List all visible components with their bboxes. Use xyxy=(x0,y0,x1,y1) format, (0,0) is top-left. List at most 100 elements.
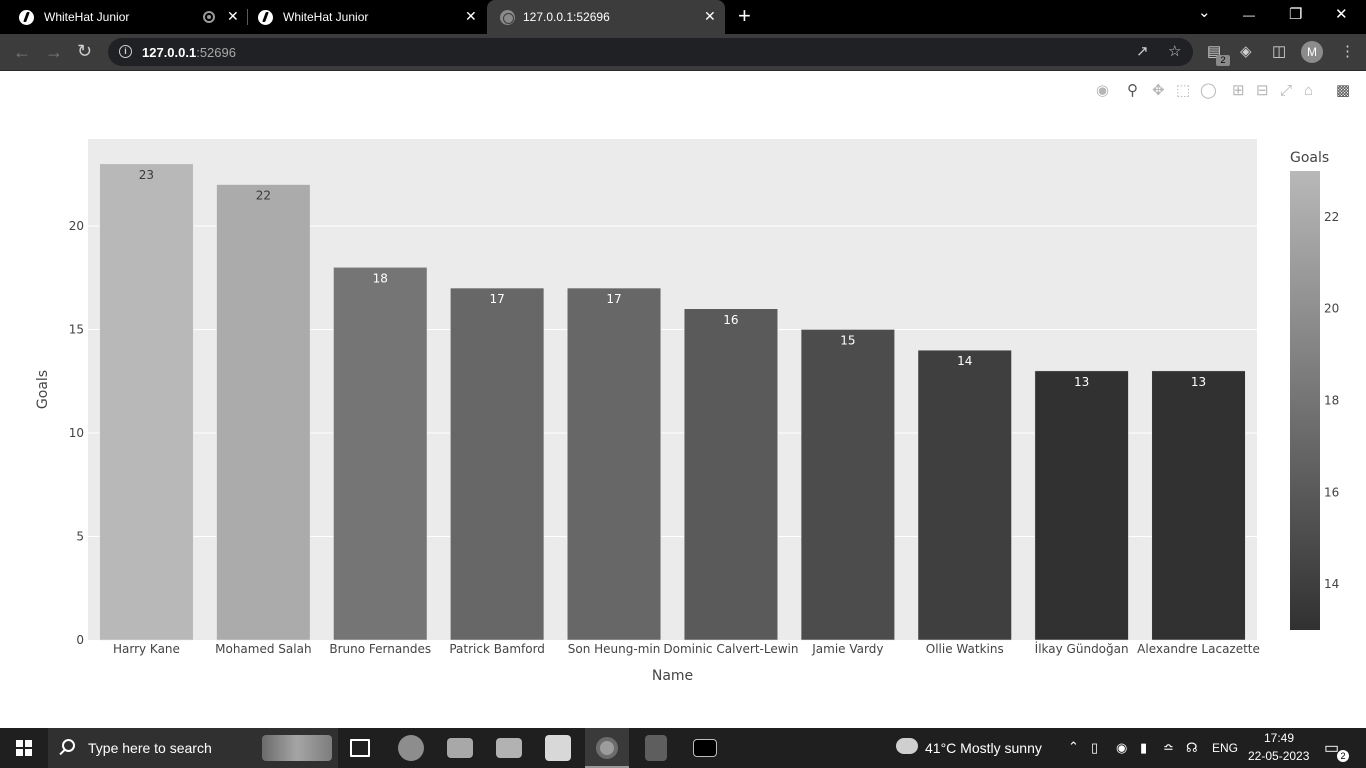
bar-value-label: 13 xyxy=(1191,375,1206,389)
reload-button[interactable]: ↻ xyxy=(77,41,92,61)
bar xyxy=(800,329,895,641)
address-bar[interactable]: i 127.0.0.1:52696 xyxy=(108,38,1193,66)
bar xyxy=(99,163,194,641)
x-tick-label: İlkay Gündoğan xyxy=(1035,641,1129,656)
edge-browser-icon[interactable] xyxy=(398,735,424,761)
browser-menu-icon[interactable]: ⋮ xyxy=(1340,44,1355,60)
bar xyxy=(567,287,662,641)
bar-value-label: 17 xyxy=(490,292,505,306)
close-tab-icon[interactable]: ✕ xyxy=(465,8,477,25)
whitehat-favicon-icon xyxy=(258,10,273,25)
x-tick-label: Patrick Bamford xyxy=(449,642,545,656)
chrome-logo-icon xyxy=(596,737,618,759)
tab-title: 127.0.0.1:52696 xyxy=(523,10,610,24)
profile-avatar[interactable]: M xyxy=(1301,41,1323,63)
sublime-text-icon[interactable] xyxy=(645,735,667,761)
close-tab-icon[interactable]: ✕ xyxy=(704,8,716,25)
file-explorer-icon[interactable] xyxy=(496,738,522,758)
weather-cloud-icon xyxy=(896,738,918,754)
forward-button[interactable]: → xyxy=(45,42,63,62)
bar-value-label: 14 xyxy=(957,354,972,368)
bar-value-label: 17 xyxy=(606,292,621,306)
minimize-button[interactable]: — xyxy=(1243,5,1255,25)
y-tick-label: 10 xyxy=(69,426,84,440)
y-tick-label: 5 xyxy=(76,529,84,543)
whitehat-favicon-icon xyxy=(19,10,34,25)
extensions-puzzle-icon[interactable]: ◈ xyxy=(1240,44,1252,60)
bar xyxy=(683,308,778,641)
bookmark-star-icon[interactable]: ☆ xyxy=(1168,44,1181,60)
x-tick-label: Alexandre Lacazette xyxy=(1137,642,1260,656)
close-window-button[interactable]: ✕ xyxy=(1335,5,1348,25)
colorbar-tick-label: 14 xyxy=(1324,577,1339,591)
recording-icon xyxy=(203,11,215,23)
bar-value-label: 23 xyxy=(139,168,154,182)
bar xyxy=(333,267,428,641)
x-axis-title: Name xyxy=(652,668,693,684)
x-tick-label: Dominic Calvert-Lewin xyxy=(663,642,798,656)
x-tick-label: Harry Kane xyxy=(113,642,180,656)
y-tick-label: 0 xyxy=(76,633,84,647)
colorbar-tick-label: 22 xyxy=(1324,210,1339,224)
search-placeholder: Type here to search xyxy=(88,740,212,756)
url-text: 127.0.0.1:52696 xyxy=(142,45,236,60)
globe-favicon-icon xyxy=(500,10,515,25)
x-tick-label: Bruno Fernandes xyxy=(329,642,431,656)
task-view-icon[interactable] xyxy=(350,739,370,757)
close-tab-icon[interactable]: ✕ xyxy=(227,8,239,25)
y-axis-title: Goals xyxy=(35,370,51,409)
extension-badge: 2 xyxy=(1216,55,1230,66)
language-indicator[interactable]: ENG xyxy=(1212,741,1238,755)
colorbar-tick-label: 20 xyxy=(1324,302,1339,316)
x-tick-label: Ollie Watkins xyxy=(926,642,1004,656)
wifi-icon[interactable]: ≏ xyxy=(1163,740,1174,756)
colorbar-tick-label: 16 xyxy=(1324,485,1339,499)
y-tick-label: 15 xyxy=(69,322,84,336)
colorbar-tick-label: 18 xyxy=(1324,394,1339,408)
x-tick-label: Jamie Vardy xyxy=(811,642,883,656)
bar-value-label: 13 xyxy=(1074,375,1089,389)
bar-value-label: 16 xyxy=(723,313,738,327)
bar-value-label: 18 xyxy=(373,271,388,285)
tab-whitehat-2[interactable]: WhiteHat Junior ✕ xyxy=(248,0,486,34)
colorbar xyxy=(1290,171,1320,630)
bar-value-label: 22 xyxy=(256,189,271,203)
x-tick-label: Mohamed Salah xyxy=(215,642,311,656)
share-icon[interactable]: ↗ xyxy=(1136,44,1149,60)
search-icon xyxy=(62,739,75,752)
weather-text[interactable]: 41°C Mostly sunny xyxy=(925,740,1042,756)
tab-whitehat-1[interactable]: WhiteHat Junior ✕ xyxy=(0,0,246,34)
site-info-icon[interactable]: i xyxy=(119,45,132,58)
tally-icon[interactable] xyxy=(545,735,571,761)
tab-title: WhiteHat Junior xyxy=(44,10,130,24)
battery-icon[interactable]: ▯ xyxy=(1091,740,1098,756)
bar xyxy=(216,184,311,641)
camera-tray-icon[interactable]: ◉ xyxy=(1116,740,1127,756)
microphone-icon[interactable]: ▮ xyxy=(1140,740,1147,756)
back-button[interactable]: ← xyxy=(13,42,31,62)
goals-bar-chart: 0 5 10 15 20 23 Harry Kane 22 Mohamed Salah 18 Bru… xyxy=(35,139,1339,684)
tab-title: WhiteHat Junior xyxy=(283,10,369,24)
bar xyxy=(1034,370,1129,641)
bar xyxy=(450,287,545,641)
notifications-count: 2 xyxy=(1337,750,1349,762)
search-highlight-icon[interactable] xyxy=(262,735,332,761)
clock-time[interactable]: 17:49 xyxy=(1264,731,1294,745)
x-tick-label: Son Heung-min xyxy=(568,642,661,656)
volume-icon[interactable]: ☊ xyxy=(1186,740,1198,756)
side-panel-icon[interactable]: ◫ xyxy=(1272,44,1286,60)
restore-button[interactable]: ❐ xyxy=(1289,5,1302,25)
tab-search-icon[interactable]: ⌄ xyxy=(1198,3,1211,23)
bar-value-label: 15 xyxy=(840,333,855,347)
command-prompt-icon[interactable] xyxy=(693,739,717,757)
y-tick-label: 20 xyxy=(69,219,84,233)
clock-date[interactable]: 22-05-2023 xyxy=(1248,749,1309,763)
bar xyxy=(1151,370,1246,641)
show-hidden-icons-icon[interactable]: ⌃ xyxy=(1068,739,1079,755)
new-tab-button[interactable]: + xyxy=(738,5,751,27)
colorbar-title: Goals xyxy=(1290,150,1329,166)
bar xyxy=(917,349,1012,641)
mail-icon[interactable] xyxy=(447,738,473,758)
windows-start-icon[interactable] xyxy=(16,740,32,756)
tab-localhost[interactable]: 127.0.0.1:52696 ✕ xyxy=(487,0,725,34)
